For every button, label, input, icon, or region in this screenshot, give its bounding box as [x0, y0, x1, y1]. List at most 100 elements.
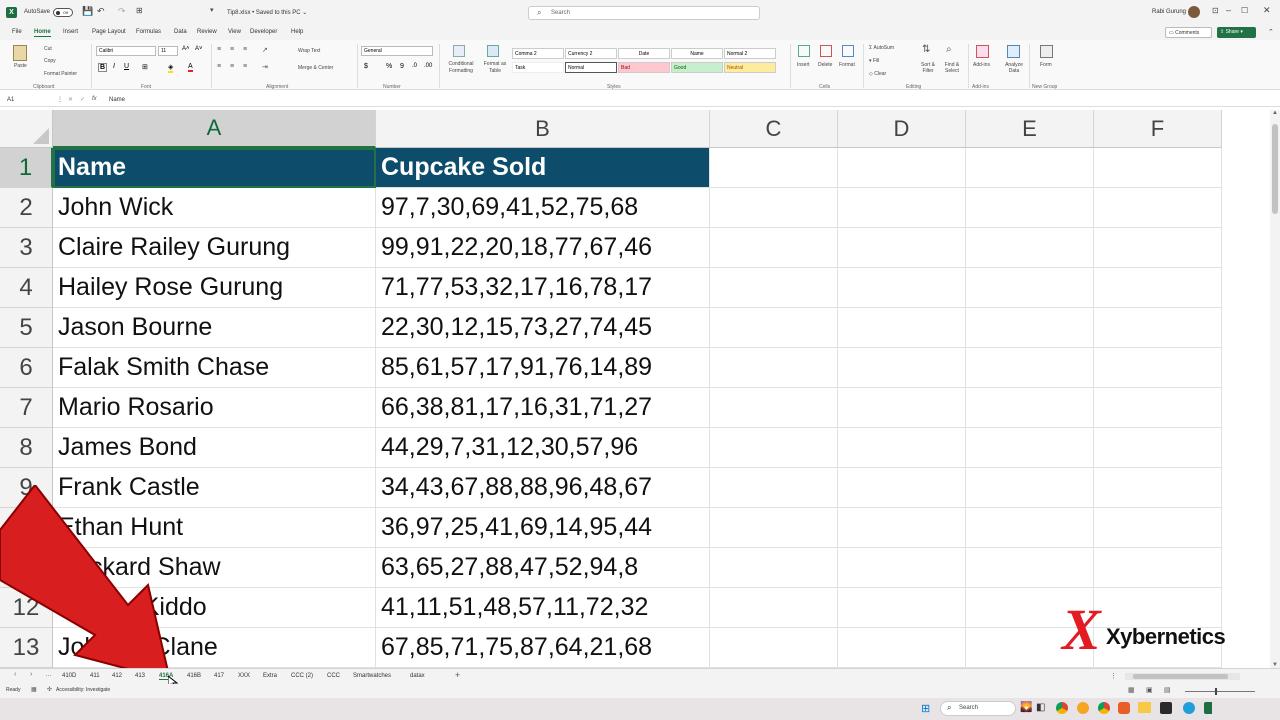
align-right-icon[interactable]: ≡	[243, 63, 247, 70]
cell-b5[interactable]: 22,30,12,15,73,27,74,45	[376, 308, 710, 348]
ribbon-collapse-icon[interactable]: ⌃	[1268, 28, 1274, 36]
cell-a5[interactable]: Jason Bourne	[53, 308, 376, 348]
cell-empty[interactable]	[710, 228, 838, 268]
sort-filter-icon[interactable]: ⇅	[922, 44, 930, 55]
align-top-icon[interactable]: ≡	[217, 46, 221, 53]
percent-icon[interactable]: %	[386, 63, 392, 70]
minimize-icon[interactable]: –	[1226, 5, 1231, 15]
cell-empty[interactable]	[966, 308, 1094, 348]
menu-page-layout[interactable]: Page Layout	[92, 29, 126, 35]
cell-b6[interactable]: 85,61,57,17,91,76,14,89	[376, 348, 710, 388]
chrome-icon[interactable]	[1056, 702, 1068, 714]
chrome-2-icon[interactable]	[1098, 702, 1110, 714]
comments-button[interactable]: ▭ Comments	[1165, 27, 1212, 38]
analyze-data-button[interactable]: Analyze Data	[1003, 62, 1025, 74]
style-name[interactable]: Name	[671, 48, 723, 59]
paste-button[interactable]: Paste	[14, 63, 27, 69]
name-box[interactable]: A1	[7, 97, 14, 103]
cell-empty[interactable]	[1094, 548, 1222, 588]
accessibility-icon[interactable]: ✣	[47, 686, 52, 693]
more-sheets-icon[interactable]: ⋮	[1110, 672, 1117, 680]
cell-empty[interactable]	[1094, 228, 1222, 268]
sort-filter-button[interactable]: Sort & Filter	[918, 62, 938, 74]
close-icon[interactable]: ✕	[1263, 5, 1271, 16]
cancel-icon[interactable]: ✕	[68, 96, 73, 103]
add-sheet-icon[interactable]: +	[455, 670, 460, 680]
increase-font-icon[interactable]: A˄	[182, 46, 190, 52]
quick-access-icon[interactable]: ⊞	[136, 6, 143, 15]
addins-button[interactable]: Add-ins	[973, 62, 990, 68]
row-header[interactable]: 4	[0, 268, 53, 308]
vertical-scrollbar[interactable]: ▲ ▼	[1270, 110, 1280, 668]
cell-empty[interactable]	[966, 468, 1094, 508]
app-icon-2[interactable]	[1118, 702, 1130, 714]
cell-empty[interactable]	[838, 268, 966, 308]
column-header-e[interactable]: E	[966, 110, 1094, 148]
style-neutral[interactable]: Neutral	[724, 62, 776, 73]
cell-empty[interactable]	[966, 348, 1094, 388]
avatar[interactable]	[1188, 6, 1200, 18]
menu-data[interactable]: Data	[174, 29, 187, 35]
comma-icon[interactable]: 9	[400, 63, 404, 70]
bold-icon[interactable]: B	[98, 63, 108, 72]
cell-b2[interactable]: 97,7,30,69,41,52,75,68	[376, 188, 710, 228]
enter-icon[interactable]: ✓	[80, 96, 85, 103]
sheet-tab[interactable]: XXX	[238, 673, 250, 679]
align-center-icon[interactable]: ≡	[230, 63, 234, 70]
cell-b8[interactable]: 44,29,7,31,12,30,57,96	[376, 428, 710, 468]
row-header[interactable]: 7	[0, 388, 53, 428]
horizontal-scroll-thumb[interactable]	[1133, 674, 1228, 679]
menu-insert[interactable]: Insert	[63, 29, 78, 35]
page-layout-view-icon[interactable]: ▣	[1146, 686, 1153, 694]
edge-icon[interactable]	[1183, 702, 1195, 714]
merge-center-button[interactable]: Merge & Center	[298, 65, 333, 71]
form-button[interactable]: Form	[1040, 62, 1052, 68]
autosave-toggle[interactable]: Off	[53, 8, 73, 17]
cell-empty[interactable]	[838, 348, 966, 388]
menu-developer[interactable]: Developer	[250, 29, 277, 35]
style-task[interactable]: Task	[512, 62, 564, 73]
sheet-tab[interactable]: 411	[90, 673, 100, 679]
file-name[interactable]: Tip8.xlsx • Saved to this PC ⌄	[227, 9, 307, 16]
cell-a3[interactable]: Claire Railey Gurung	[53, 228, 376, 268]
cell-empty[interactable]	[966, 428, 1094, 468]
style-normal[interactable]: Normal	[565, 62, 617, 73]
cell-empty[interactable]	[838, 388, 966, 428]
taskbar-search[interactable]: ⌕ Search	[940, 701, 1016, 716]
autosum-button[interactable]: Σ AutoSum	[869, 45, 894, 51]
task-view-icon[interactable]: ◧	[1036, 702, 1045, 713]
formula-content[interactable]: Name	[109, 97, 125, 103]
column-header-a[interactable]: A	[53, 110, 376, 148]
sheet-tab[interactable]: 416B	[187, 673, 201, 679]
cell-empty[interactable]	[838, 428, 966, 468]
column-header-d[interactable]: D	[838, 110, 966, 148]
fill-button[interactable]: ▾ Fill	[869, 58, 879, 64]
row-header[interactable]: 6	[0, 348, 53, 388]
style-good[interactable]: Good	[671, 62, 723, 73]
cell-b7[interactable]: 66,38,81,17,16,31,71,27	[376, 388, 710, 428]
cell-empty[interactable]	[1094, 428, 1222, 468]
delete-cells-icon[interactable]	[820, 45, 832, 57]
cell-empty[interactable]	[966, 228, 1094, 268]
addins-icon[interactable]	[976, 45, 989, 58]
cell-empty[interactable]	[1094, 508, 1222, 548]
cell-empty[interactable]	[838, 468, 966, 508]
cell-empty[interactable]	[1094, 468, 1222, 508]
cell-empty[interactable]	[966, 148, 1094, 188]
wrap-text-button[interactable]: Wrap Text	[298, 48, 320, 54]
sheet-tab[interactable]: 413	[135, 673, 145, 679]
currency-icon[interactable]: $	[364, 63, 368, 70]
align-bottom-icon[interactable]: ≡	[243, 46, 247, 53]
horizontal-scrollbar[interactable]	[1125, 673, 1240, 680]
decrease-font-icon[interactable]: A˅	[195, 46, 203, 52]
cell-empty[interactable]	[710, 188, 838, 228]
format-as-table-icon[interactable]	[487, 45, 499, 57]
fill-color-icon[interactable]: ◈	[168, 63, 174, 73]
cell-empty[interactable]	[966, 188, 1094, 228]
redo-icon[interactable]: ↷	[118, 6, 126, 17]
maximize-icon[interactable]: ☐	[1241, 6, 1248, 15]
cell-b3[interactable]: 99,91,22,20,18,77,67,46	[376, 228, 710, 268]
app-icon-3[interactable]	[1160, 702, 1172, 714]
macro-record-icon[interactable]: ▦	[31, 686, 37, 693]
cell-empty[interactable]	[710, 148, 838, 188]
